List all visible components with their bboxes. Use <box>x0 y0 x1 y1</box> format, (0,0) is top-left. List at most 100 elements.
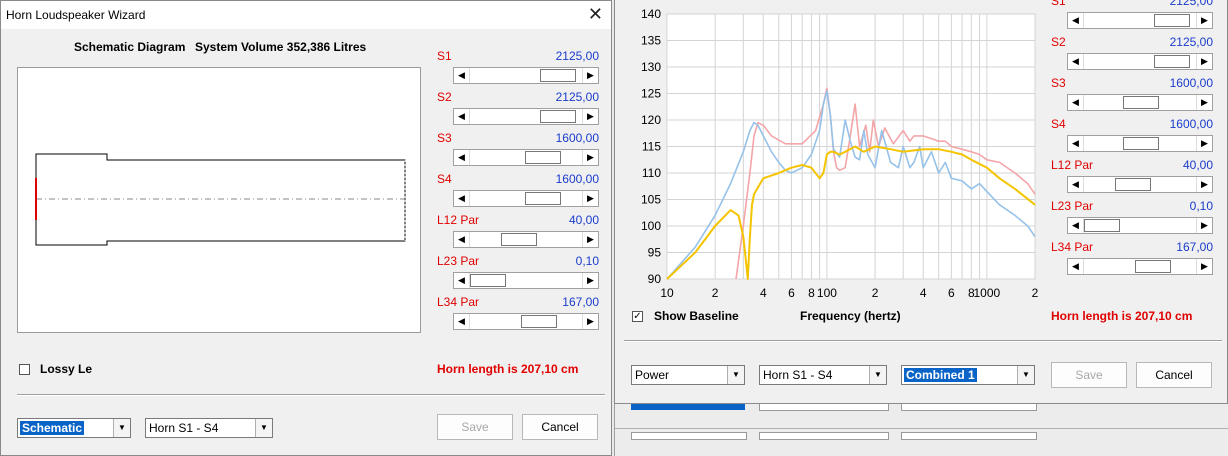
scroll-right-icon[interactable]: ▶ <box>1196 54 1212 69</box>
param-value: 0,10 <box>575 254 599 268</box>
scroll-left-icon[interactable]: ◀ <box>454 273 470 288</box>
scroll-right-icon[interactable]: ▶ <box>1196 136 1212 151</box>
param-scrollbar[interactable]: ◀ ▶ <box>1067 217 1213 234</box>
chamber-select-value: Combined 1 <box>904 368 977 382</box>
param-name: L23 Par <box>1051 199 1094 213</box>
x-tick-label: 100 <box>817 286 837 300</box>
cancel-button[interactable]: Cancel <box>522 414 598 440</box>
param-scrollbar[interactable]: ◀ ▶ <box>453 108 599 125</box>
param-scrollbar[interactable]: ◀ ▶ <box>453 313 599 330</box>
param-name: S3 <box>1051 76 1066 90</box>
scroll-left-icon[interactable]: ◀ <box>454 109 470 124</box>
scroll-right-icon[interactable]: ▶ <box>582 232 598 247</box>
scroll-left-icon[interactable]: ◀ <box>454 191 470 206</box>
param-value: 2125,00 <box>555 90 599 104</box>
param-value: 0,10 <box>1189 199 1213 213</box>
chamber-select[interactable]: Combined 1 ▼ <box>901 365 1035 385</box>
lossy-le-checkbox[interactable] <box>19 364 30 375</box>
scroll-thumb[interactable] <box>1123 96 1159 109</box>
param-scrollbar[interactable]: ◀ ▶ <box>1067 94 1213 111</box>
y-tick-label: 115 <box>642 140 661 154</box>
y-tick-label: 105 <box>641 193 661 207</box>
scroll-thumb[interactable] <box>1123 137 1159 150</box>
chevron-down-icon: ▼ <box>727 366 744 384</box>
scroll-thumb[interactable] <box>501 233 538 246</box>
scroll-right-icon[interactable]: ▶ <box>1196 218 1212 233</box>
scroll-right-icon[interactable]: ▶ <box>582 273 598 288</box>
cancel-button[interactable]: Cancel <box>1136 362 1212 388</box>
scroll-thumb[interactable] <box>470 274 506 287</box>
save-button[interactable]: Save <box>1051 362 1127 388</box>
scroll-left-icon[interactable]: ◀ <box>1068 95 1084 110</box>
param-value: 1600,00 <box>555 131 599 145</box>
x-tick-label: 2 <box>1032 286 1039 300</box>
scroll-right-icon[interactable]: ▶ <box>1196 259 1212 274</box>
horn-select[interactable]: Horn S1 - S4 ▼ <box>759 365 887 385</box>
param-name: L12 Par <box>1051 158 1094 172</box>
close-icon[interactable]: ✕ <box>588 4 603 24</box>
param-value: 2125,00 <box>555 49 599 63</box>
scroll-thumb[interactable] <box>524 192 561 205</box>
param-name: L23 Par <box>437 254 480 268</box>
scroll-left-icon[interactable]: ◀ <box>1068 218 1084 233</box>
param-value: 2125,00 <box>1169 0 1213 8</box>
scroll-right-icon[interactable]: ▶ <box>1196 95 1212 110</box>
scroll-left-icon[interactable]: ◀ <box>1068 259 1084 274</box>
scroll-thumb[interactable] <box>1134 260 1171 273</box>
system-volume-label: System Volume 352,386 Litres <box>195 40 367 54</box>
scroll-left-icon[interactable]: ◀ <box>454 232 470 247</box>
scroll-left-icon[interactable]: ◀ <box>454 314 470 329</box>
param-name: S4 <box>1051 117 1066 131</box>
scroll-thumb[interactable] <box>524 151 561 164</box>
param-scrollbar[interactable]: ◀ ▶ <box>1067 53 1213 70</box>
scroll-right-icon[interactable]: ▶ <box>582 150 598 165</box>
window-title: Horn Loudspeaker Wizard <box>6 8 146 22</box>
horn-length-label: Horn length is 207,10 cm <box>437 362 579 376</box>
param-scrollbar[interactable]: ◀ ▶ <box>453 67 599 84</box>
scroll-thumb[interactable] <box>1115 178 1152 191</box>
horn-schematic <box>35 153 406 246</box>
x-tick-label: 8 <box>808 286 815 300</box>
scroll-right-icon[interactable]: ▶ <box>1196 177 1212 192</box>
param-scrollbar[interactable]: ◀ ▶ <box>453 190 599 207</box>
scroll-thumb[interactable] <box>520 315 557 328</box>
scroll-right-icon[interactable]: ▶ <box>582 109 598 124</box>
param-scrollbar[interactable]: ◀ ▶ <box>1067 176 1213 193</box>
param-value: 1600,00 <box>1169 76 1213 90</box>
scroll-left-icon[interactable]: ◀ <box>1068 54 1084 69</box>
scroll-left-icon[interactable]: ◀ <box>1068 13 1084 28</box>
power-select[interactable]: Power ▼ <box>631 365 745 385</box>
scroll-right-icon[interactable]: ▶ <box>1196 13 1212 28</box>
scroll-thumb[interactable] <box>1154 55 1191 68</box>
y-tick-label: 140 <box>641 7 661 21</box>
param-scrollbar[interactable]: ◀ ▶ <box>1067 12 1213 29</box>
scroll-thumb[interactable] <box>540 69 577 82</box>
x-tick-label: 2 <box>712 286 719 300</box>
horn-select[interactable]: Horn S1 - S4 ▼ <box>145 418 273 438</box>
scroll-right-icon[interactable]: ▶ <box>582 314 598 329</box>
chevron-down-icon: ▼ <box>255 419 272 437</box>
param-value: 2125,00 <box>1169 35 1213 49</box>
scroll-right-icon[interactable]: ▶ <box>582 191 598 206</box>
right-dialog: 140 135 130 125 120 115 110 105 100 95 90 10 2 4 6 8 100… <box>614 0 1228 404</box>
scroll-left-icon[interactable]: ◀ <box>1068 136 1084 151</box>
scroll-thumb[interactable] <box>540 110 577 123</box>
save-button[interactable]: Save <box>437 414 513 440</box>
param-scrollbar[interactable]: ◀ ▶ <box>1067 135 1213 152</box>
schematic-panel <box>17 67 421 333</box>
param-scrollbar[interactable]: ◀ ▶ <box>453 231 599 248</box>
show-baseline-checkbox[interactable]: ✓ <box>632 311 643 322</box>
scroll-left-icon[interactable]: ◀ <box>1068 177 1084 192</box>
scroll-left-icon[interactable]: ◀ <box>454 68 470 83</box>
param-scrollbar[interactable]: ◀ ▶ <box>453 272 599 289</box>
param-scrollbar[interactable]: ◀ ▶ <box>453 149 599 166</box>
scroll-thumb[interactable] <box>1154 14 1191 27</box>
scroll-right-icon[interactable]: ▶ <box>582 68 598 83</box>
chevron-down-icon: ▼ <box>113 419 130 437</box>
scroll-thumb[interactable] <box>1084 219 1120 232</box>
scroll-left-icon[interactable]: ◀ <box>454 150 470 165</box>
view-select[interactable]: Schematic ▼ <box>17 418 131 438</box>
y-tick-label: 110 <box>642 166 661 180</box>
param-value: 167,00 <box>1176 240 1213 254</box>
param-scrollbar[interactable]: ◀ ▶ <box>1067 258 1213 275</box>
